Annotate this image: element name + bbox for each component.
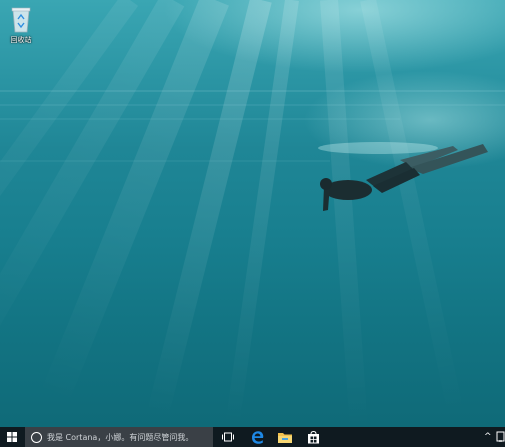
cortana-search-box[interactable]: 我是 Cortana，小娜。有问题尽管问我。	[25, 427, 213, 447]
edge-icon	[251, 430, 263, 444]
task-view-icon	[222, 432, 234, 442]
task-view-button[interactable]	[216, 427, 240, 447]
start-button[interactable]	[0, 427, 24, 447]
desktop-icon-label: 回收站	[10, 36, 32, 44]
desktop-wallpaper	[0, 0, 505, 430]
edge-button[interactable]	[245, 427, 269, 447]
desktop: 回收站 我是 Cortana，小娜。有问题尽管问我。 ^	[0, 0, 505, 447]
tray-network-icon[interactable]	[496, 431, 505, 443]
taskbar: 我是 Cortana，小娜。有问题尽管问我。 ^	[0, 427, 505, 447]
windows-logo-icon	[7, 432, 17, 442]
cortana-icon	[31, 431, 42, 443]
diver-silhouette	[318, 142, 488, 211]
search-placeholder: 我是 Cortana，小娜。有问题尽管问我。	[47, 432, 194, 442]
file-explorer-button[interactable]	[273, 427, 297, 447]
recycle-bin-icon	[11, 7, 31, 33]
store-icon	[307, 430, 319, 443]
desktop-icon-recycle-bin[interactable]: 回收站	[3, 4, 39, 45]
store-button[interactable]	[301, 427, 325, 447]
show-hidden-icons-chevron-icon[interactable]: ^	[484, 432, 492, 442]
folder-icon	[278, 432, 292, 443]
